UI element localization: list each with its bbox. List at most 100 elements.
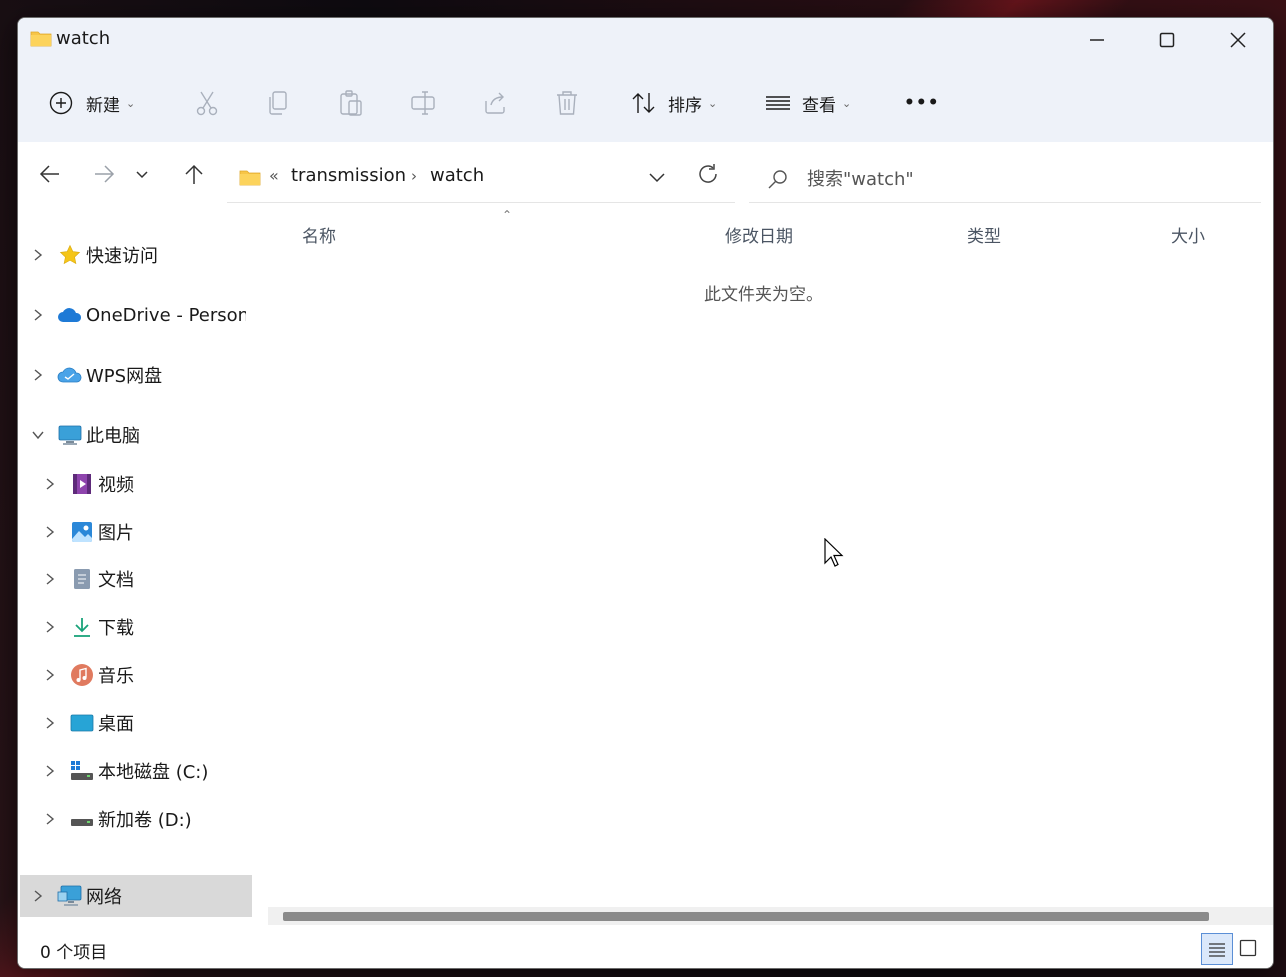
chevron-right-icon[interactable]	[32, 812, 68, 826]
command-bar: 新建 ⌄ 排序 ⌄ 查看 ⌄ •••	[18, 62, 1273, 143]
title-bar[interactable]: watch	[18, 18, 1273, 62]
navigation-pane: 快速访问 OneDrive - Persona WPS网盘 此电脑 视频 图片	[18, 208, 254, 917]
plus-circle-icon	[49, 91, 73, 115]
large-icons-view-icon	[1239, 939, 1257, 957]
sidebar-item-downloads[interactable]: 下载	[32, 606, 252, 648]
sort-icon	[632, 93, 655, 113]
file-list-pane[interactable]: ⌃ 名称 修改日期 类型 大小 此文件夹为空。	[254, 208, 1273, 908]
address-bar[interactable]: « transmission › watch	[227, 154, 735, 203]
delete-button[interactable]	[554, 86, 580, 120]
minimize-button[interactable]	[1062, 18, 1132, 62]
chevron-right-icon[interactable]	[20, 368, 56, 382]
desktop-icon	[68, 711, 96, 735]
sidebar-item-label: 图片	[98, 523, 134, 544]
chevron-right-icon[interactable]	[20, 308, 56, 322]
sidebar-item-videos[interactable]: 视频	[32, 463, 252, 505]
search-input[interactable]	[805, 164, 1239, 194]
arrow-left-icon	[39, 165, 59, 183]
computer-icon	[56, 423, 84, 447]
sidebar-item-label: 桌面	[98, 714, 134, 735]
sidebar-item-label: 视频	[98, 475, 134, 496]
column-header-size[interactable]: 大小	[1171, 222, 1205, 247]
sidebar-item-label: 文档	[98, 570, 134, 591]
status-bar: 0 个项目	[18, 928, 1273, 968]
sidebar-item-label: WPS网盘	[86, 366, 163, 387]
recent-locations-button[interactable]	[130, 156, 154, 192]
trash-icon	[557, 91, 577, 115]
scrollbar-thumb[interactable]	[283, 912, 1209, 921]
address-history-dropdown[interactable]	[647, 167, 667, 187]
horizontal-scrollbar[interactable]	[268, 907, 1273, 925]
sidebar-item-desktop[interactable]: 桌面	[32, 702, 252, 744]
sidebar-item-drive-c[interactable]: 本地磁盘 (C:)	[32, 750, 252, 792]
chevron-right-icon[interactable]	[32, 668, 68, 682]
back-button[interactable]	[32, 156, 68, 192]
column-header-modified[interactable]: 修改日期	[725, 222, 793, 247]
chevron-right-icon[interactable]	[20, 248, 56, 262]
sidebar-item-onedrive[interactable]: OneDrive - Persona	[20, 294, 252, 336]
forward-button[interactable]	[86, 156, 122, 192]
network-icon	[56, 884, 84, 908]
arrow-up-icon	[185, 164, 203, 184]
view-button[interactable]: 查看 ⌄	[764, 86, 851, 120]
copy-icon	[269, 91, 287, 115]
music-icon	[68, 663, 96, 687]
close-icon	[1230, 32, 1246, 48]
chevron-right-icon[interactable]	[32, 525, 68, 539]
new-label: 新建	[86, 95, 120, 116]
chevron-down-icon: ⌄	[126, 96, 136, 110]
view-label: 查看	[802, 95, 836, 116]
sidebar-item-pictures[interactable]: 图片	[32, 511, 252, 553]
chevron-right-icon[interactable]	[32, 764, 68, 778]
sidebar-item-label: OneDrive - Persona	[86, 304, 246, 326]
paste-icon	[340, 90, 362, 116]
navigation-row: « transmission › watch	[18, 142, 1273, 208]
chevron-right-icon[interactable]	[32, 572, 68, 586]
window-title: watch	[56, 28, 111, 49]
sidebar-item-network[interactable]: 网络	[20, 875, 252, 917]
breadcrumb-transmission[interactable]: transmission	[291, 165, 406, 186]
arrow-right-icon	[95, 165, 115, 183]
scissors-icon	[196, 91, 218, 116]
drive-d-icon	[68, 807, 96, 831]
chevron-down-icon[interactable]	[20, 429, 56, 441]
rename-button[interactable]	[410, 86, 436, 120]
more-options-button[interactable]: •••	[904, 86, 940, 120]
sort-button[interactable]: 排序 ⌄	[630, 86, 717, 120]
document-icon	[68, 567, 96, 591]
sidebar-item-this-pc[interactable]: 此电脑	[20, 414, 252, 456]
sort-label: 排序	[668, 95, 702, 116]
folder-icon	[30, 31, 52, 47]
overflow-chevron[interactable]: «	[269, 166, 279, 185]
sidebar-item-label: 新加卷 (D:)	[98, 810, 192, 831]
maximize-icon	[1159, 32, 1175, 48]
close-button[interactable]	[1203, 18, 1273, 62]
maximize-button[interactable]	[1132, 18, 1202, 62]
picture-icon	[68, 520, 96, 544]
paste-button[interactable]	[338, 86, 364, 120]
large-icons-view-button[interactable]	[1233, 933, 1263, 963]
chevron-right-icon[interactable]	[20, 889, 56, 903]
sidebar-item-label: 此电脑	[86, 426, 140, 447]
copy-button[interactable]	[266, 86, 292, 120]
sidebar-item-documents[interactable]: 文档	[32, 558, 252, 600]
chevron-right-icon[interactable]	[32, 716, 68, 730]
column-header-type[interactable]: 类型	[967, 222, 1001, 247]
sidebar-item-quick-access[interactable]: 快速访问	[20, 234, 252, 276]
up-button[interactable]	[176, 156, 212, 192]
cut-button[interactable]	[194, 86, 220, 120]
breadcrumb-watch[interactable]: watch	[430, 165, 484, 186]
share-button[interactable]	[482, 86, 508, 120]
column-header-name[interactable]: 名称	[302, 222, 336, 247]
new-button[interactable]: 新建 ⌄	[48, 86, 135, 120]
more-icon: •••	[904, 93, 940, 113]
chevron-right-icon[interactable]	[32, 477, 68, 491]
sidebar-item-music[interactable]: 音乐	[32, 654, 252, 696]
sidebar-item-drive-d[interactable]: 新加卷 (D:)	[32, 798, 252, 840]
sidebar-item-wps-cloud[interactable]: WPS网盘	[20, 354, 252, 396]
star-icon	[56, 243, 84, 267]
sidebar-item-label: 下载	[98, 618, 134, 639]
details-view-button[interactable]	[1201, 933, 1233, 965]
refresh-button[interactable]	[688, 154, 728, 194]
chevron-right-icon[interactable]	[32, 620, 68, 634]
